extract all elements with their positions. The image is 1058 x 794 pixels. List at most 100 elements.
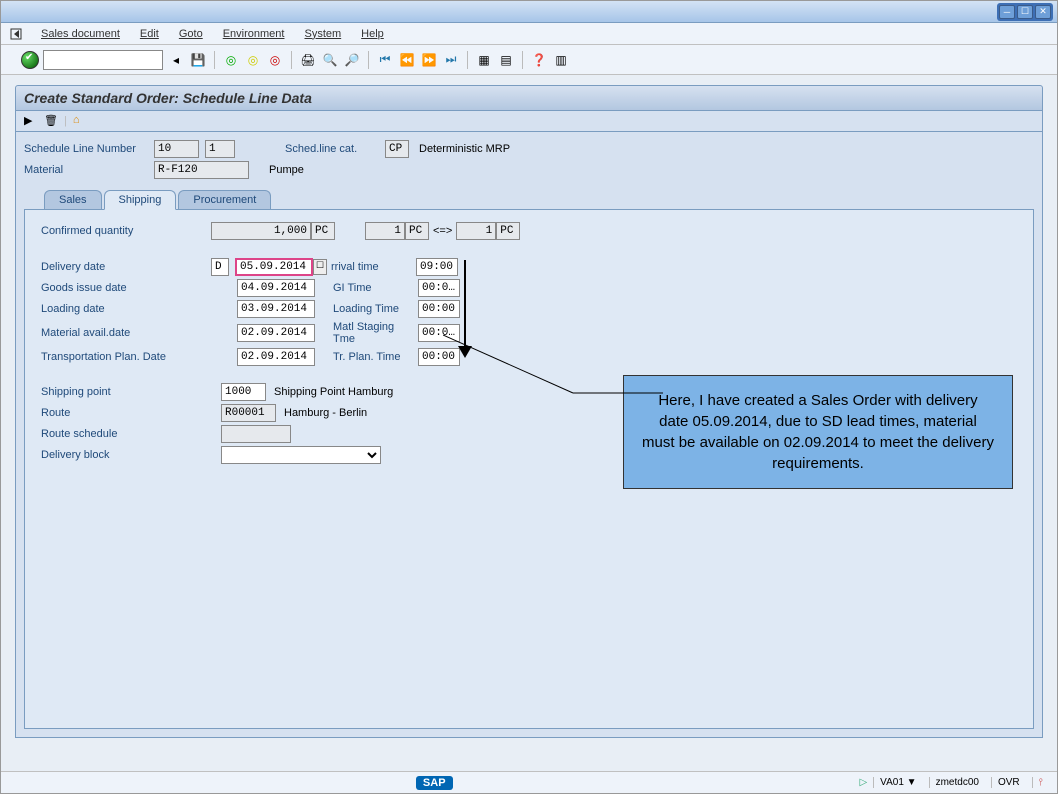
date-row: Delivery date ☐ rrival time [41,258,1017,276]
status-signal-icon: ⫯ [1032,777,1049,788]
dropdown-icon[interactable]: ◂ [167,51,185,69]
conv-right-uom[interactable] [496,222,520,240]
menu-system[interactable]: System [296,26,349,42]
time-field[interactable] [418,279,460,297]
tab-sales[interactable]: Sales [44,190,102,210]
material-label: Material [24,164,154,176]
tab-shipping[interactable]: Shipping [104,190,177,210]
tab-body-shipping: Confirmed quantity <=> Delivery date☐rri… [24,209,1034,729]
route-text: Hamburg - Berlin [284,407,367,419]
sched-cat-field[interactable] [385,140,409,158]
status-mode: OVR [991,777,1026,788]
menu-sales-document[interactable]: Sales document [33,26,128,42]
prev-page-icon[interactable]: ⏪ [398,51,416,69]
sched-cat-text: Deterministic MRP [419,143,510,155]
status-tcode: VA01 ▼ [873,777,922,788]
date-row: Goods issue dateGI Time [41,279,1017,297]
time-label: Loading Time [333,303,418,315]
date-field[interactable] [237,324,315,342]
sched-line-no-field[interactable] [154,140,199,158]
time-label: rrival time [331,261,416,273]
menu-goto[interactable]: Goto [171,26,211,42]
close-button[interactable]: ✕ [1035,5,1051,19]
minimize-button[interactable]: ─ [999,5,1015,19]
f4-help-icon[interactable]: ☐ [313,259,327,275]
toolbar-separator: | [64,115,67,127]
layout-icon[interactable]: ▥ [552,51,570,69]
sap-window: ─ ☐ ✕ Sales document Edit Goto Environme… [0,0,1058,794]
toolbar-separator [214,51,215,69]
sched-line-sub-field[interactable] [205,140,235,158]
content-area: Create Standard Order: Schedule Line Dat… [1,75,1057,748]
first-page-icon[interactable]: ⏮ [376,51,394,69]
home-icon[interactable]: ⌂ [73,114,87,128]
delete-icon[interactable]: 🗑 [44,114,58,128]
execute-icon[interactable]: ▶ [24,114,38,128]
sched-line-label: Schedule Line Number [24,143,154,155]
command-field[interactable] [43,50,163,70]
title-bar: ─ ☐ ✕ [1,1,1057,23]
material-field[interactable] [154,161,249,179]
exit-icon[interactable]: ◎ [244,51,262,69]
toolbar-separator [467,51,468,69]
save-icon[interactable]: 💾 [189,51,207,69]
conv-right-field[interactable] [456,222,496,240]
time-field[interactable] [418,300,460,318]
sap-logo: SAP [416,776,453,790]
find-icon[interactable]: 🔍 [321,51,339,69]
status-arrow-icon[interactable]: ▷ [859,777,867,788]
page-title: Create Standard Order: Schedule Line Dat… [15,85,1043,111]
route-field[interactable] [221,404,276,422]
shipping-point-text: Shipping Point Hamburg [274,386,393,398]
route-sched-field[interactable] [221,425,291,443]
conv-left-field[interactable] [365,222,405,240]
date-field[interactable] [237,300,315,318]
last-page-icon[interactable]: ⏭ [442,51,460,69]
maximize-button[interactable]: ☐ [1017,5,1033,19]
new-session-icon[interactable]: ▦ [475,51,493,69]
cancel-icon[interactable]: ◎ [266,51,284,69]
confirmed-qty-field[interactable] [211,222,311,240]
date-field[interactable] [237,348,315,366]
find-next-icon[interactable]: 🔎 [343,51,361,69]
date-row-label: Goods issue date [41,282,211,294]
tab-procurement[interactable]: Procurement [178,190,271,210]
shortcut-icon[interactable]: ▤ [497,51,515,69]
shipping-point-label: Shipping point [41,386,221,398]
back-icon[interactable]: ◎ [222,51,240,69]
tab-container: Sales Shipping Procurement Confirmed qua… [24,189,1034,729]
route-sched-label: Route schedule [41,428,221,440]
menu-bar: Sales document Edit Goto Environment Sys… [1,23,1057,45]
confirmed-qty-uom[interactable] [311,222,335,240]
date-row-label: Transportation Plan. Date [41,351,211,363]
menu-help[interactable]: Help [353,26,392,42]
conv-symbol: <=> [429,225,456,237]
window-controls: ─ ☐ ✕ [997,3,1053,21]
date-type-field[interactable] [211,258,229,276]
date-row-label: Delivery date [41,261,211,273]
next-page-icon[interactable]: ⏩ [420,51,438,69]
time-label: Matl Staging Tme [333,321,418,345]
print-icon[interactable]: 🖨 [299,51,317,69]
status-system: zmetdc00 [929,777,985,788]
status-bar: SAP ▷ VA01 ▼ zmetdc00 OVR ⫯ [1,771,1057,793]
callout-annotation: Here, I have created a Sales Order with … [623,375,1013,489]
delivery-block-select[interactable] [221,446,381,464]
conv-left-uom[interactable] [405,222,429,240]
shipping-point-field[interactable] [221,383,266,401]
status-right: ▷ VA01 ▼ zmetdc00 OVR ⫯ [859,777,1049,788]
enter-icon[interactable] [21,51,39,69]
help-icon[interactable]: ❓ [530,51,548,69]
toolbar-separator [368,51,369,69]
time-label: Tr. Plan. Time [333,351,418,363]
time-field[interactable] [416,258,458,276]
menu-environment[interactable]: Environment [215,26,293,42]
date-field[interactable] [235,258,313,276]
callout-connector [443,335,833,395]
toolbar-separator [291,51,292,69]
header-fields: Schedule Line Number Sched.line cat. Det… [15,132,1043,738]
menu-edit[interactable]: Edit [132,26,167,42]
date-field[interactable] [237,279,315,297]
toolbar-separator [522,51,523,69]
route-label: Route [41,407,221,419]
